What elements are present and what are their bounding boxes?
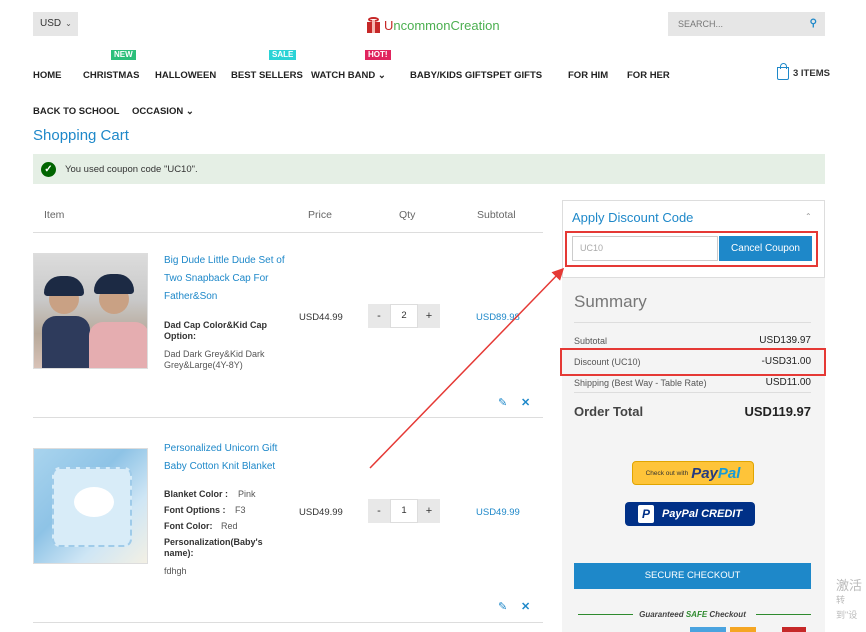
annotation-arrow — [369, 267, 565, 469]
